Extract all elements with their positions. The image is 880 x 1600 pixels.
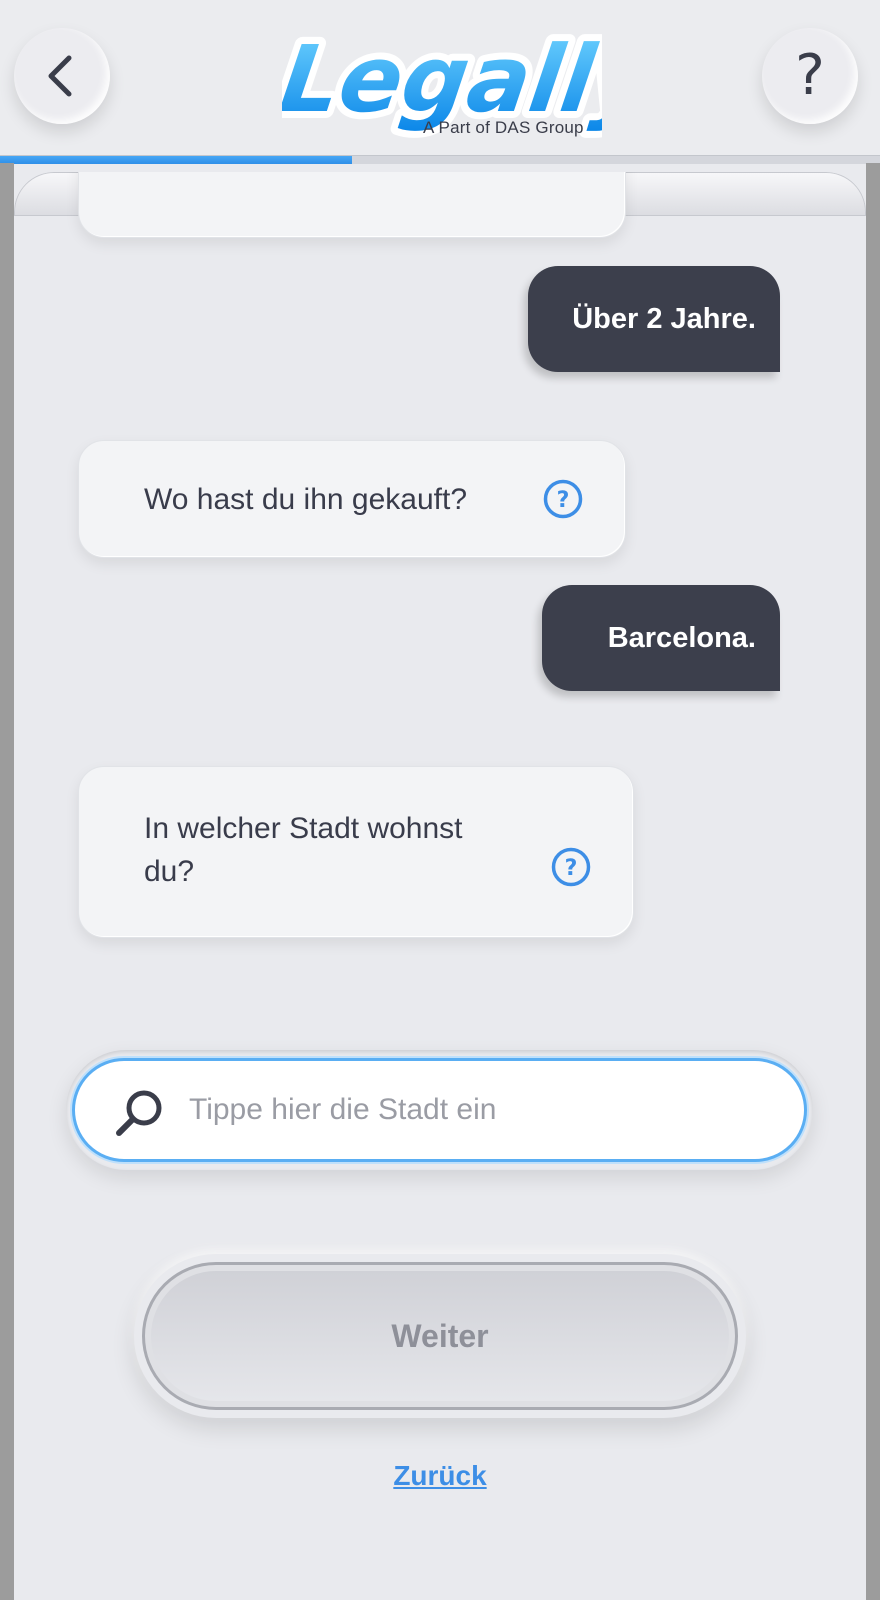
next-button[interactable]: Weiter: [142, 1262, 738, 1410]
bot-message-text-line2: du?: [144, 855, 195, 888]
search-placeholder: Tippe hier die Stadt ein: [189, 1093, 497, 1126]
city-search-wrapper: Tippe hier die Stadt ein: [66, 1050, 813, 1170]
back-link[interactable]: Zurück: [0, 1460, 880, 1492]
bot-message: In welcher Stadt wohnst du? ?: [78, 766, 634, 938]
bot-message: Wo hast du ihn gekauft? ?: [78, 440, 626, 558]
city-search-input[interactable]: Tippe hier die Stadt ein: [72, 1058, 807, 1162]
question-circle-icon[interactable]: ?: [551, 847, 591, 887]
user-message-text: Barcelona.: [607, 621, 756, 654]
progress-fill: [0, 156, 352, 164]
user-message: Über 2 Jahre.: [528, 266, 780, 372]
logo-subtitle: A Part of DAS Group: [423, 118, 584, 137]
backdrop-left: [0, 163, 14, 1600]
bot-message-text-line1: In welcher Stadt wohnst: [144, 812, 463, 845]
app-header: Legally Legally A Part of DAS Group ?: [0, 0, 880, 164]
progress-bar: [0, 155, 880, 164]
next-button-frame: Weiter: [134, 1254, 746, 1418]
question-circle-icon[interactable]: ?: [543, 479, 583, 519]
bot-message-text: Wo hast du ihn gekauft?: [144, 483, 467, 516]
back-button[interactable]: [14, 28, 110, 124]
user-message-text: Über 2 Jahre.: [572, 302, 756, 335]
svg-text:Legally: Legally: [282, 25, 602, 132]
previous-bot-bubble: [78, 172, 626, 238]
help-icon: ?: [795, 43, 825, 108]
chevron-left-icon: [48, 55, 72, 97]
svg-text:?: ?: [557, 488, 570, 513]
user-message: Barcelona.: [542, 585, 780, 691]
help-button[interactable]: ?: [762, 28, 858, 124]
svg-text:?: ?: [565, 856, 578, 881]
search-icon: [116, 1090, 162, 1136]
backdrop-right: [866, 163, 880, 1600]
